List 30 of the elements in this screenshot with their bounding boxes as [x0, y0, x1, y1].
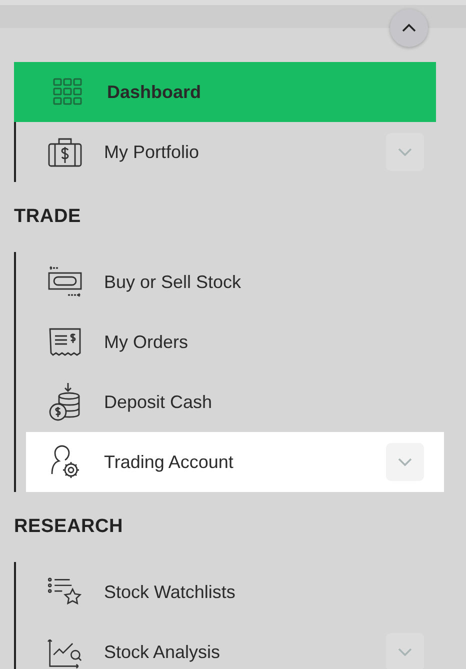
chevron-down-icon [397, 457, 413, 467]
chevron-down-icon [397, 147, 413, 157]
nav-item-label: Trading Account [104, 452, 234, 472]
nav-item[interactable]: Stock Analysis [26, 622, 444, 669]
nav-item-label: Dashboard [107, 82, 202, 102]
chevron-down-icon [397, 647, 413, 657]
nav-item-label: My Portfolio [104, 142, 200, 162]
nav-item[interactable]: Dashboard [14, 62, 436, 122]
chevron-up-icon [401, 23, 417, 33]
nav-item[interactable]: My Portfolio [26, 122, 444, 182]
nav-item[interactable]: Deposit Cash [26, 372, 444, 432]
expand-button[interactable] [386, 633, 424, 669]
briefcase-icon [47, 136, 83, 168]
section-heading: RESEARCH [14, 515, 124, 539]
nav-item[interactable]: My Orders [26, 312, 444, 372]
scroll-up-button[interactable] [390, 9, 428, 47]
nav-item-label: Stock Analysis [104, 642, 222, 662]
nav-item-label: Buy or Sell Stock [104, 272, 242, 292]
nav-item-label: Deposit Cash [104, 392, 214, 412]
nav-item[interactable]: Stock Watchlists [26, 562, 444, 622]
nav-item-label: Stock Watchlists [104, 582, 236, 602]
nav-item-label: My Orders [104, 332, 190, 352]
section-heading: TRADE [14, 205, 82, 229]
nav-item[interactable]: Trading Account [26, 432, 444, 492]
expand-button[interactable] [386, 133, 424, 171]
receipt-icon [48, 327, 82, 357]
expand-button[interactable] [386, 443, 424, 481]
grid-icon [53, 78, 83, 106]
nav-item[interactable]: Buy or Sell Stock [26, 252, 444, 312]
coins-icon [48, 382, 82, 422]
